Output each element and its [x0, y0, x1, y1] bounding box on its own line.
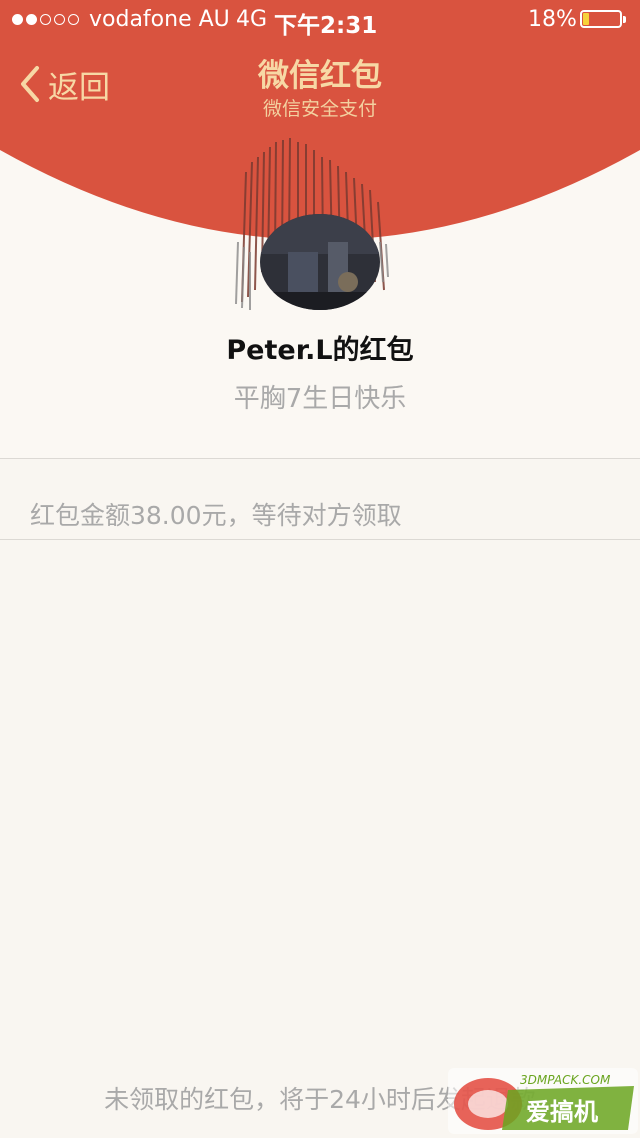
battery-percent: 18% [528, 7, 577, 32]
divider-bottom [0, 539, 640, 540]
network-type: 4G [236, 7, 268, 32]
status-bar: vodafone AU 4G 下午2:31 18% [0, 0, 640, 40]
watermark-brand-text: 爱搞机 [526, 1098, 598, 1126]
page-subtitle: 微信安全支付 [262, 98, 377, 120]
battery-level [583, 13, 589, 25]
status-time: 下午2:31 [274, 13, 378, 39]
avatar[interactable] [228, 132, 398, 312]
wish-message: 平胸7生日快乐 [233, 384, 407, 414]
carrier-name: vodafone AU [89, 7, 230, 32]
sender-title: Peter.L的红包 [226, 335, 414, 366]
battery-icon [580, 10, 626, 28]
page-title: 微信红包 [258, 58, 382, 94]
amount-status-text: 红包金额38.00元，等待对方领取 [30, 501, 402, 530]
watermark-logo: 3DMPACK.COM 爱搞机 [448, 1068, 638, 1134]
watermark-site-text: 3DMPACK.COM [520, 1073, 611, 1087]
signal-strength-icon [12, 14, 79, 25]
